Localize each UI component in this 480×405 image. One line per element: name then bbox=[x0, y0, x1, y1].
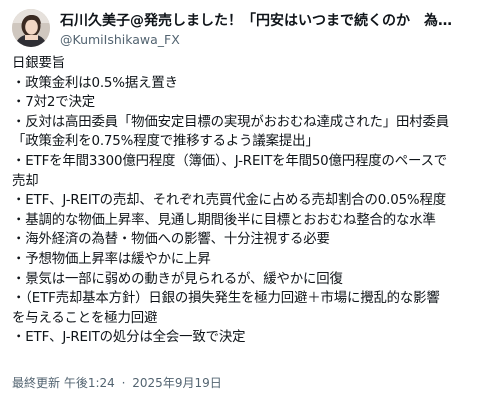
post-time: 午後1:24 bbox=[63, 376, 115, 390]
post-text-line: ・政策金利は0.5%据え置き bbox=[12, 75, 178, 91]
post-text-line: 日銀要旨 bbox=[12, 56, 65, 71]
post-text-line: ・ETF、J-REITの売却、それぞれ売買代金に占める売却割合の0.05%程度 bbox=[12, 193, 446, 209]
post-text-line: ・海外経済の為替・物価への影響、十分注視する必要 bbox=[12, 232, 330, 248]
author-handle[interactable]: @KumiIshikawa_FX bbox=[60, 31, 468, 48]
post-date: 2025年9月19日 bbox=[132, 376, 222, 390]
author-display-name[interactable]: 石川久美子@発売しました！「円安はいつまで続くのか 為替で世… bbox=[60, 10, 465, 30]
avatar-image bbox=[12, 9, 50, 47]
post-text-line: ・反対は高田委員「物価安定目標の実現がおおむね達成された」田村委員 bbox=[12, 114, 449, 130]
post-text-line: 売却 bbox=[12, 173, 39, 189]
post-text: 日銀要旨 ・政策金利は0.5%据え置き ・7対2で決定 ・反対は高田委員「物価安… bbox=[12, 54, 470, 348]
post-text-line: を与えることを極力回避 bbox=[12, 310, 158, 326]
avatar[interactable] bbox=[12, 9, 50, 47]
post-text-line: ・ETF、J-REITの処分は全会一致で決定 bbox=[12, 330, 246, 346]
post-card: 石川久美子@発売しました！「円安はいつまで続くのか 為替で世… @KumiIsh… bbox=[0, 0, 480, 405]
last-updated-label: 最終更新 bbox=[12, 376, 61, 390]
post-text-line: 「政策金利を0.75%程度で推移するよう議案提出」 bbox=[12, 134, 319, 150]
post-header: 石川久美子@発売しました！「円安はいつまで続くのか 為替で世… @KumiIsh… bbox=[12, 9, 468, 47]
post-text-line: ・ETFを年間3300億円程度（簿価）、J-REITを年間50億円程度のペースで bbox=[12, 153, 448, 169]
post-text-line: ・（ETF売却基本方針）日銀の損失発生を極力回避＋市場に攪乱的な影響 bbox=[12, 291, 440, 307]
post-text-line: ・基調的な物価上昇率、見通し期間後半に目標とおおむね整合的な水準 bbox=[12, 212, 436, 228]
post-text-line: ・景気は一部に弱めの動きが見られるが、緩やかに回復 bbox=[12, 271, 343, 287]
post-text-line: ・7対2で決定 bbox=[12, 95, 95, 111]
author-info: 石川久美子@発売しました！「円安はいつまで続くのか 為替で世… @KumiIsh… bbox=[60, 10, 468, 48]
post-timestamp[interactable]: 最終更新 午後1:24 · 2025年9月19日 bbox=[12, 374, 222, 392]
post-text-line: ・予想物価上昇率は緩やかに上昇 bbox=[12, 251, 211, 267]
timestamp-separator: · bbox=[121, 376, 126, 390]
name-row: 石川久美子@発売しました！「円安はいつまで続くのか 為替で世… bbox=[60, 10, 468, 30]
